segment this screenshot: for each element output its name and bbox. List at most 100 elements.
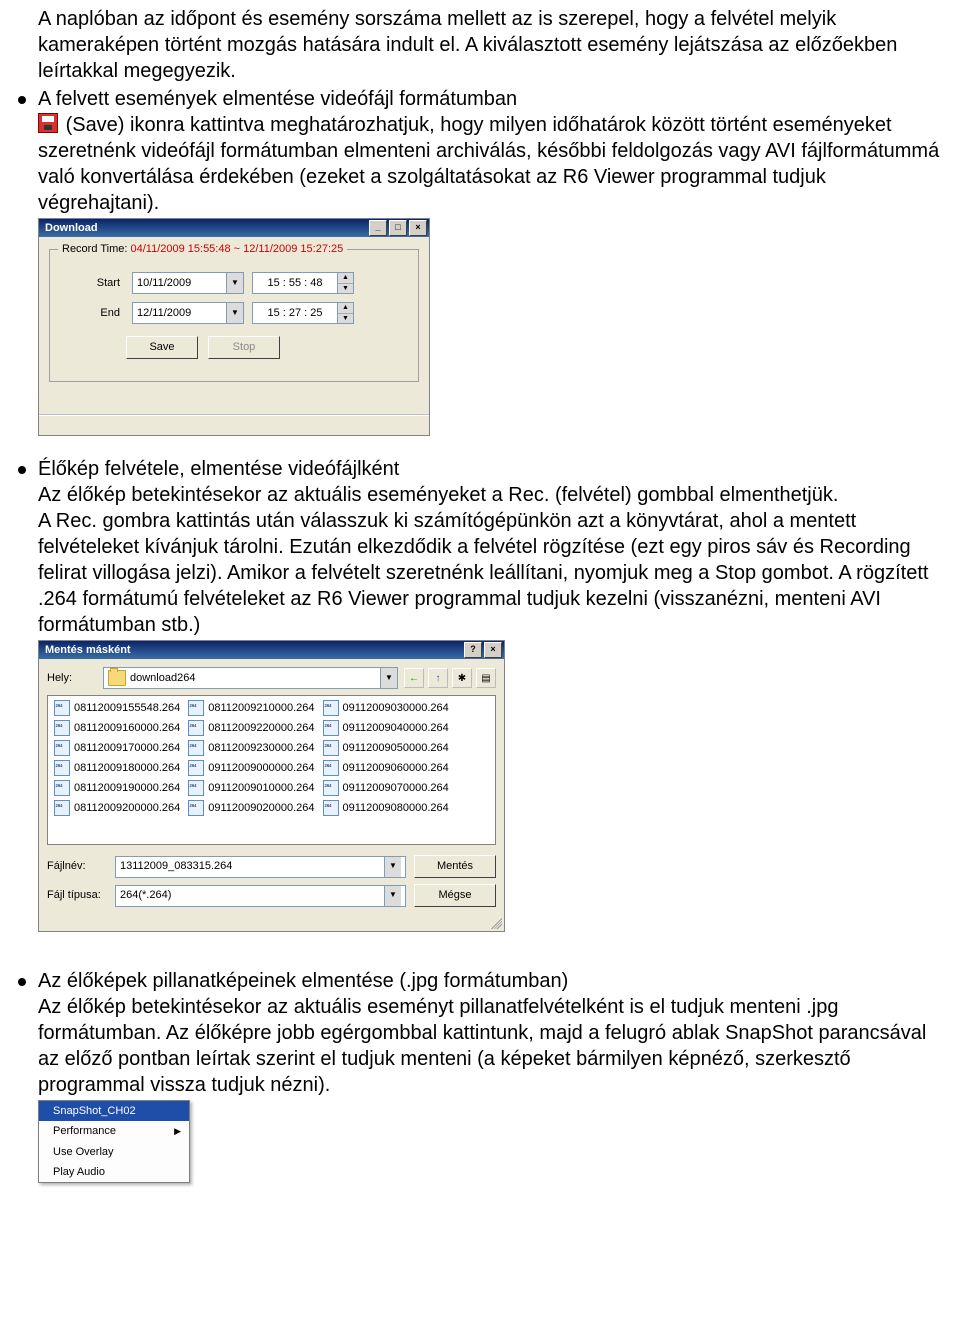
file-item[interactable]: 08112009200000.264	[54, 800, 180, 816]
save-as-dialog: Mentés másként ? × Hely: download264 ▼ ←…	[38, 640, 505, 932]
start-time-input[interactable]: 15 : 55 : 48 ▲▼	[252, 272, 354, 294]
file-item[interactable]: 09112009050000.264	[323, 740, 449, 756]
filename-input[interactable]: 13112009_083315.264 ▼	[115, 856, 406, 878]
file-item[interactable]: 08112009230000.264	[188, 740, 314, 756]
filename-value: 13112009_083315.264	[120, 859, 232, 873]
view-menu-icon[interactable]: ▤	[476, 668, 496, 688]
file-item[interactable]: 09112009020000.264	[188, 800, 314, 816]
file-icon	[323, 780, 339, 796]
file-name: 09112009040000.264	[343, 721, 449, 735]
file-list[interactable]: 08112009155548.264 08112009160000.264 0811…	[47, 695, 496, 845]
status-bar	[39, 414, 429, 435]
file-item[interactable]: 08112009220000.264	[188, 720, 314, 736]
ctx-overlay[interactable]: Use Overlay	[39, 1142, 189, 1162]
ctx-audio[interactable]: Play Audio	[39, 1162, 189, 1182]
paragraph-intro: A naplóban az időpont és esemény sorszám…	[38, 6, 948, 84]
end-time-input[interactable]: 15 : 27 : 25 ▲▼	[252, 302, 354, 324]
file-name: 09112009030000.264	[343, 701, 449, 715]
start-time-value: 15 : 55 : 48	[253, 276, 337, 290]
spin-down-icon[interactable]: ▼	[338, 314, 353, 324]
file-name: 09112009070000.264	[343, 781, 449, 795]
cancel-button[interactable]: Mégse	[414, 884, 496, 907]
file-item[interactable]: 09112009040000.264	[323, 720, 449, 736]
chevron-down-icon[interactable]: ▼	[384, 886, 401, 906]
file-item[interactable]: 08112009210000.264	[188, 700, 314, 716]
file-item[interactable]: 08112009160000.264	[54, 720, 180, 736]
chevron-down-icon[interactable]: ▼	[380, 668, 397, 688]
end-date-input[interactable]: 12/11/2009 ▼	[132, 302, 244, 324]
file-item[interactable]: 09112009030000.264	[323, 700, 449, 716]
end-time-value: 15 : 27 : 25	[253, 306, 337, 320]
close-button[interactable]: ×	[484, 642, 502, 658]
download-title: Download	[45, 221, 98, 235]
file-icon	[188, 760, 204, 776]
resize-grip-icon[interactable]	[488, 915, 502, 929]
spin-up-icon[interactable]: ▲	[338, 273, 353, 284]
bullet2-lead: A felvett események elmentése videófájl …	[38, 88, 517, 110]
submenu-arrow-icon: ▶	[174, 1126, 181, 1138]
file-icon	[188, 780, 204, 796]
file-icon	[323, 800, 339, 816]
file-name: 08112009230000.264	[208, 741, 314, 755]
file-item[interactable]: 09112009010000.264	[188, 780, 314, 796]
ctx-performance-label: Performance	[53, 1124, 116, 1138]
back-icon[interactable]: ←	[404, 668, 424, 688]
ctx-audio-label: Play Audio	[53, 1165, 105, 1179]
spin-up-icon[interactable]: ▲	[338, 303, 353, 314]
file-item[interactable]: 09112009060000.264	[323, 760, 449, 776]
bullet-icon	[18, 466, 26, 474]
context-menu: SnapShot_CH02 Performance ▶ Use Overlay P…	[38, 1100, 190, 1183]
file-name: 09112009050000.264	[343, 741, 449, 755]
save-button[interactable]: Mentés	[414, 855, 496, 878]
file-item[interactable]: 08112009155548.264	[54, 700, 180, 716]
file-name: 09112009080000.264	[343, 801, 449, 815]
bullet4-title: Az élőképek pillanatképeinek elmentése (…	[38, 970, 568, 992]
file-name: 09112009010000.264	[208, 781, 314, 795]
bullet3-title: Élőkép felvétele, elmentése videófájlkén…	[38, 458, 399, 480]
help-button[interactable]: ?	[464, 642, 482, 658]
file-name: 08112009220000.264	[208, 721, 314, 735]
file-icon	[54, 760, 70, 776]
file-name: 08112009155548.264	[74, 701, 180, 715]
file-icon	[323, 700, 339, 716]
file-item[interactable]: 08112009170000.264	[54, 740, 180, 756]
file-item[interactable]: 09112009000000.264	[188, 760, 314, 776]
file-icon	[54, 720, 70, 736]
ctx-performance[interactable]: Performance ▶	[39, 1121, 189, 1141]
download-titlebar[interactable]: Download _ □ ×	[39, 219, 429, 237]
up-icon[interactable]: ↑	[428, 668, 448, 688]
record-time-label: Record Time:	[62, 243, 127, 255]
save-button[interactable]: Save	[126, 336, 198, 359]
minimize-button[interactable]: _	[369, 220, 387, 236]
ctx-snapshot[interactable]: SnapShot_CH02	[39, 1101, 189, 1121]
chevron-down-icon[interactable]: ▼	[226, 273, 243, 293]
chevron-down-icon[interactable]: ▼	[226, 303, 243, 323]
file-item[interactable]: 08112009190000.264	[54, 780, 180, 796]
stop-button[interactable]: Stop	[208, 336, 280, 359]
folder-combo[interactable]: download264 ▼	[103, 667, 398, 689]
download-dialog: Download _ □ × Record Time: 04/11/2009 1…	[38, 218, 430, 436]
chevron-down-icon[interactable]: ▼	[384, 857, 401, 877]
end-date-value: 12/11/2009	[133, 306, 226, 320]
file-item[interactable]: 08112009180000.264	[54, 760, 180, 776]
new-folder-icon[interactable]: ✱	[452, 668, 472, 688]
bullet2-body: (Save) ikonra kattintva meghatározhatjuk…	[38, 114, 939, 214]
filetype-input[interactable]: 264(*.264)▼	[115, 885, 406, 907]
file-item[interactable]: 09112009080000.264	[323, 800, 449, 816]
file-icon	[54, 700, 70, 716]
start-date-input[interactable]: 10/11/2009 ▼	[132, 272, 244, 294]
close-button[interactable]: ×	[409, 220, 427, 236]
location-label: Hely:	[47, 671, 97, 685]
save-disk-icon	[38, 113, 58, 133]
maximize-button[interactable]: □	[389, 220, 407, 236]
file-name: 08112009190000.264	[74, 781, 180, 795]
file-item[interactable]: 09112009070000.264	[323, 780, 449, 796]
file-name: 09112009020000.264	[208, 801, 314, 815]
file-name: 08112009210000.264	[208, 701, 314, 715]
file-name: 08112009180000.264	[74, 761, 180, 775]
save-as-title: Mentés másként	[45, 643, 131, 657]
save-as-titlebar[interactable]: Mentés másként ? ×	[39, 641, 504, 659]
file-name: 08112009170000.264	[74, 741, 180, 755]
spin-down-icon[interactable]: ▼	[338, 284, 353, 294]
file-icon	[323, 720, 339, 736]
